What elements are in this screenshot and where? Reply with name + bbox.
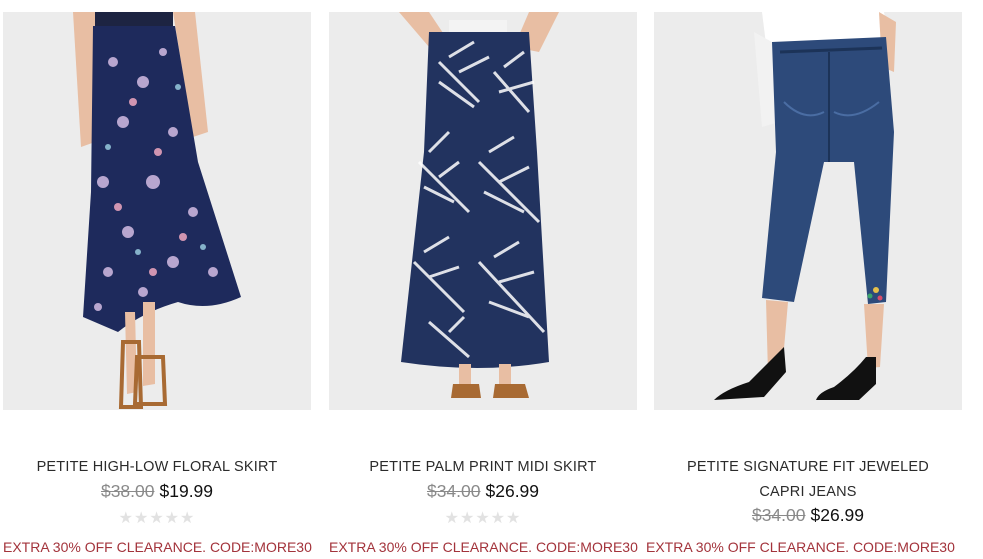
floral-skirt-photo [3,12,311,410]
sale-price: $19.99 [159,481,214,501]
product-image[interactable] [3,12,311,410]
product-card[interactable]: PETITE SIGNATURE FIT JEWELED CAPRI JEANS… [646,0,964,559]
promo-text: EXTRA 30% OFF CLEARANCE. CODE:MORE30 [3,539,312,555]
sale-price: $26.99 [485,481,540,501]
product-name[interactable]: PETITE SIGNATURE FIT JEWELED CAPRI JEANS [654,455,962,505]
rating-stars: ★★★★★ [118,510,196,527]
rating-stars: ★★★★★ [444,510,522,527]
product-card[interactable]: PETITE PALM PRINT MIDI SKIRT $34.00 $26.9… [329,0,639,559]
original-price: $34.00 [751,505,806,525]
palm-skirt-photo [329,12,637,410]
product-price: $34.00 $26.99 [329,480,637,502]
product-image[interactable] [654,12,962,410]
promo-text: EXTRA 30% OFF CLEARANCE. CODE:MORE30 [646,539,955,555]
product-grid: PETITE HIGH-LOW FLORAL SKIRT $38.00 $19.9… [0,0,983,559]
original-price: $34.00 [426,481,481,501]
product-price: $34.00 $26.99 [654,504,962,526]
product-name[interactable]: PETITE HIGH-LOW FLORAL SKIRT [3,455,311,480]
original-price: $38.00 [100,481,155,501]
promo-text: EXTRA 30% OFF CLEARANCE. CODE:MORE30 [329,539,638,555]
product-name[interactable]: PETITE PALM PRINT MIDI SKIRT [329,455,637,480]
capri-jeans-photo [654,12,962,410]
product-image[interactable] [329,12,637,410]
product-name-line: PETITE SIGNATURE FIT JEWELED [687,459,929,475]
product-card[interactable]: PETITE HIGH-LOW FLORAL SKIRT $38.00 $19.9… [3,0,313,559]
sale-price: $26.99 [810,505,865,525]
product-price: $38.00 $19.99 [3,480,311,502]
product-name-line: CAPRI JEANS [759,484,857,500]
